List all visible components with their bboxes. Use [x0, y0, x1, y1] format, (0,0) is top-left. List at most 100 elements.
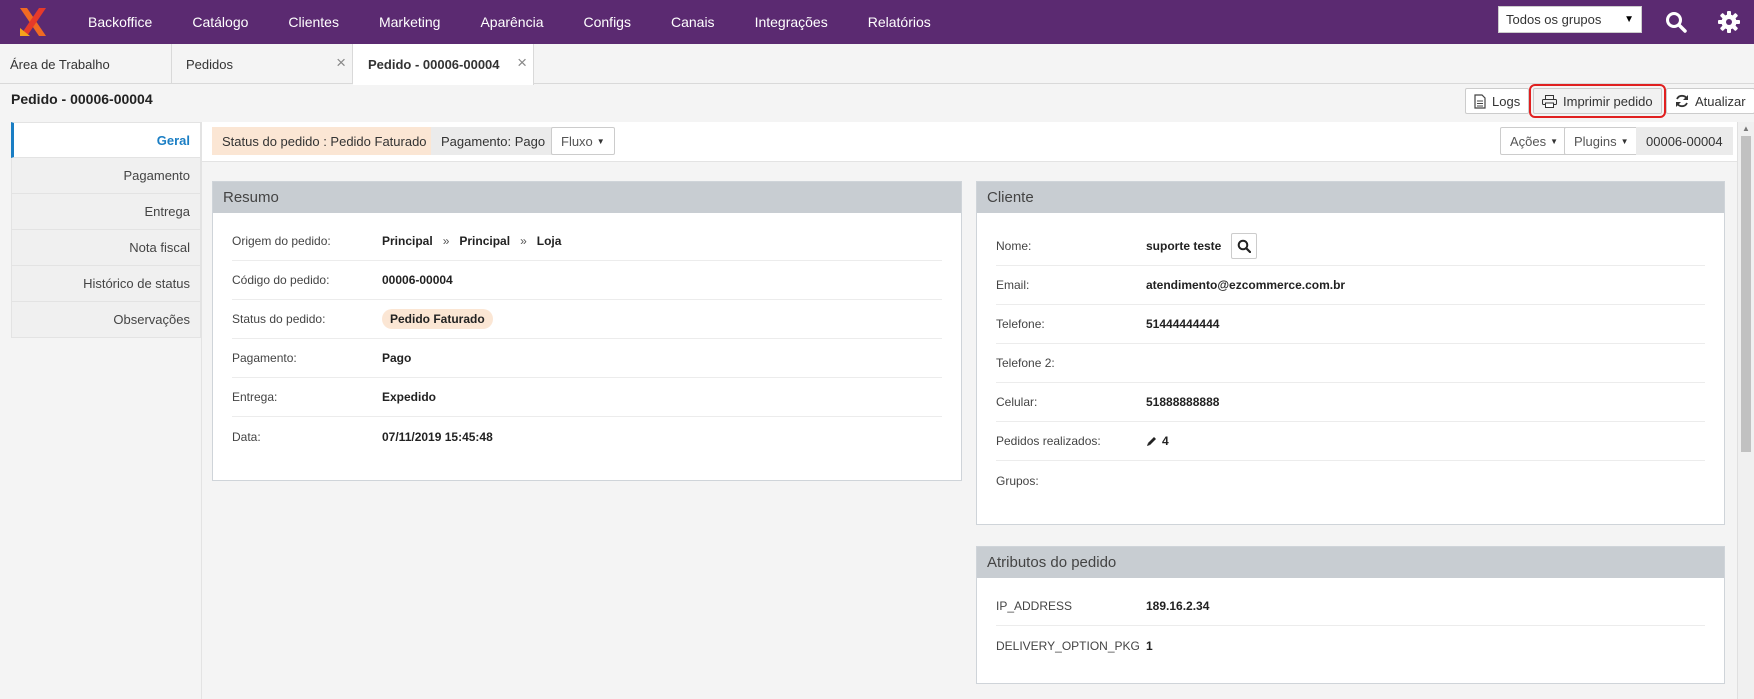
- customer-row-email: Email: atendimento@ezcommerce.com.br: [996, 266, 1705, 305]
- refresh-button[interactable]: Atualizar: [1666, 88, 1754, 114]
- caret-down-icon: ▼: [1550, 136, 1559, 146]
- pencil-icon: [1147, 437, 1156, 446]
- nav-marketing[interactable]: Marketing: [359, 0, 460, 44]
- orders-count-label: Pedidos realizados:: [996, 434, 1101, 448]
- close-icon[interactable]: ×: [517, 53, 527, 73]
- main-menu: Backoffice Catálogo Clientes Marketing A…: [68, 0, 951, 44]
- customer-search-button[interactable]: [1231, 232, 1258, 259]
- email-label: Email:: [996, 278, 1030, 292]
- customer-row-name: Nome: suporte teste: [996, 226, 1705, 266]
- orders-count-link[interactable]: 4: [1146, 434, 1169, 448]
- origin-part-1[interactable]: Principal: [382, 234, 433, 248]
- nav-relatorios[interactable]: Relatórios: [848, 0, 951, 44]
- order-attributes-panel: Atributos do pedido IP_ADDRESS 189.16.2.…: [976, 546, 1725, 684]
- payment-status-tag: Pagamento: Pago: [431, 127, 556, 155]
- name-label: Nome:: [996, 238, 1032, 253]
- top-navbar: Backoffice Catálogo Clientes Marketing A…: [0, 0, 1754, 44]
- summary-row-code: Código do pedido: 00006-00004: [232, 261, 942, 300]
- plugins-dropdown[interactable]: Plugins ▼: [1564, 127, 1639, 155]
- delivery-option-value: 1: [1146, 638, 1153, 653]
- tab-orders[interactable]: Pedidos ×: [172, 44, 353, 84]
- sidebar-item-observacoes[interactable]: Observações: [11, 302, 201, 338]
- email-value: atendimento@ezcommerce.com.br: [1146, 278, 1346, 292]
- sidebar-divider: [201, 122, 202, 699]
- brand-logo-icon[interactable]: [10, 0, 56, 44]
- customer-row-groups: Grupos:: [996, 461, 1705, 500]
- scrollbar-thumb[interactable]: [1741, 136, 1751, 452]
- summary-row-status: Status do pedido: Pedido Faturado: [232, 300, 942, 339]
- delivery-option-label: DELIVERY_OPTION_PKG: [996, 638, 1140, 653]
- file-icon: [1474, 93, 1486, 109]
- tab-order-detail-label: Pedido - 00006-00004: [368, 57, 500, 72]
- nav-aparencia[interactable]: Aparência: [460, 0, 563, 44]
- customer-panel-title: Cliente: [977, 182, 1724, 213]
- delivery-label: Entrega:: [232, 390, 278, 404]
- refresh-label: Atualizar: [1695, 93, 1746, 109]
- order-code-tag: 00006-00004: [1636, 127, 1733, 155]
- tab-orders-label: Pedidos: [186, 56, 233, 72]
- breadcrumb-separator-icon: »: [442, 234, 450, 248]
- customer-row-phone2: Telefone 2:: [996, 344, 1705, 383]
- customer-row-orders: Pedidos realizados: 4: [996, 422, 1705, 461]
- caret-down-icon: ▼: [596, 136, 605, 146]
- tab-workspace[interactable]: Área de Trabalho: [0, 44, 172, 84]
- content-scrollbar[interactable]: ▲: [1737, 122, 1754, 699]
- sidebar-item-entrega[interactable]: Entrega: [11, 194, 201, 230]
- sidebar-item-geral[interactable]: Geral: [11, 122, 201, 158]
- origin-part-2[interactable]: Principal: [459, 234, 510, 248]
- tab-workspace-label: Área de Trabalho: [10, 56, 110, 72]
- origin-breadcrumb: Principal » Principal » Loja: [382, 234, 561, 248]
- ip-value: 189.16.2.34: [1146, 599, 1210, 613]
- attribute-row-ip: IP_ADDRESS 189.16.2.34: [996, 587, 1705, 626]
- summary-row-origin: Origem do pedido: Principal » Principal …: [232, 222, 942, 261]
- order-status-tag: Status do pedido : Pedido Faturado: [212, 127, 437, 155]
- code-value: 00006-00004: [382, 273, 453, 287]
- nav-integracoes[interactable]: Integrações: [735, 0, 848, 44]
- flow-dropdown[interactable]: Fluxo ▼: [551, 127, 615, 155]
- payment-value: Pago: [382, 351, 412, 365]
- attribute-row-delivery-option: DELIVERY_OPTION_PKG 1: [996, 626, 1705, 665]
- groups-label: Grupos:: [996, 473, 1039, 488]
- sidebar-item-pagamento[interactable]: Pagamento: [11, 158, 201, 194]
- print-order-button[interactable]: Imprimir pedido: [1529, 84, 1666, 118]
- nav-catalogo[interactable]: Catálogo: [172, 0, 268, 44]
- sidebar-item-historico[interactable]: Histórico de status: [11, 266, 201, 302]
- name-value: suporte teste: [1146, 238, 1222, 253]
- nav-configs[interactable]: Configs: [564, 0, 651, 44]
- origin-part-3[interactable]: Loja: [537, 234, 562, 248]
- customer-row-mobile: Celular: 51888888888: [996, 383, 1705, 422]
- gear-icon[interactable]: [1715, 8, 1743, 36]
- status-label: Status do pedido:: [232, 312, 326, 326]
- mobile-value: 51888888888: [1146, 395, 1220, 409]
- scroll-up-arrow-icon[interactable]: ▲: [1742, 124, 1750, 133]
- plugins-label: Plugins: [1574, 133, 1617, 149]
- status-badge: Pedido Faturado: [382, 309, 493, 329]
- code-label: Código do pedido:: [232, 273, 330, 287]
- search-icon: [1238, 239, 1252, 253]
- nav-clientes[interactable]: Clientes: [268, 0, 359, 44]
- summary-row-date: Data: 07/11/2019 15:45:48: [232, 417, 942, 456]
- order-sidebar: Geral Pagamento Entrega Nota fiscal Hist…: [11, 122, 201, 338]
- customer-row-phone: Telefone: 51444444444: [996, 305, 1705, 344]
- tab-order-detail[interactable]: Pedido - 00006-00004 ×: [353, 44, 534, 85]
- nav-canais[interactable]: Canais: [651, 0, 735, 44]
- mobile-label: Celular:: [996, 395, 1038, 409]
- actions-label: Ações: [1510, 133, 1547, 149]
- nav-backoffice[interactable]: Backoffice: [68, 0, 172, 44]
- summary-row-payment: Pagamento: Pago: [232, 339, 942, 378]
- sidebar-item-nota-fiscal[interactable]: Nota fiscal: [11, 230, 201, 266]
- summary-row-delivery: Entrega: Expedido: [232, 378, 942, 417]
- phone-value: 51444444444: [1146, 317, 1220, 331]
- close-icon[interactable]: ×: [336, 53, 346, 73]
- caret-down-icon: ▼: [1620, 136, 1629, 146]
- delivery-value: Expedido: [382, 390, 437, 404]
- caret-down-icon: ▼: [1624, 14, 1634, 25]
- refresh-icon: [1676, 94, 1688, 108]
- date-label: Data:: [232, 429, 261, 444]
- date-value: 07/11/2019 15:45:48: [382, 429, 493, 444]
- group-select[interactable]: Todos os grupos ▼: [1498, 6, 1642, 33]
- search-icon[interactable]: [1662, 8, 1690, 36]
- phone-label: Telefone:: [996, 317, 1045, 331]
- logs-button[interactable]: Logs: [1465, 88, 1530, 114]
- actions-dropdown[interactable]: Ações ▼: [1500, 127, 1569, 155]
